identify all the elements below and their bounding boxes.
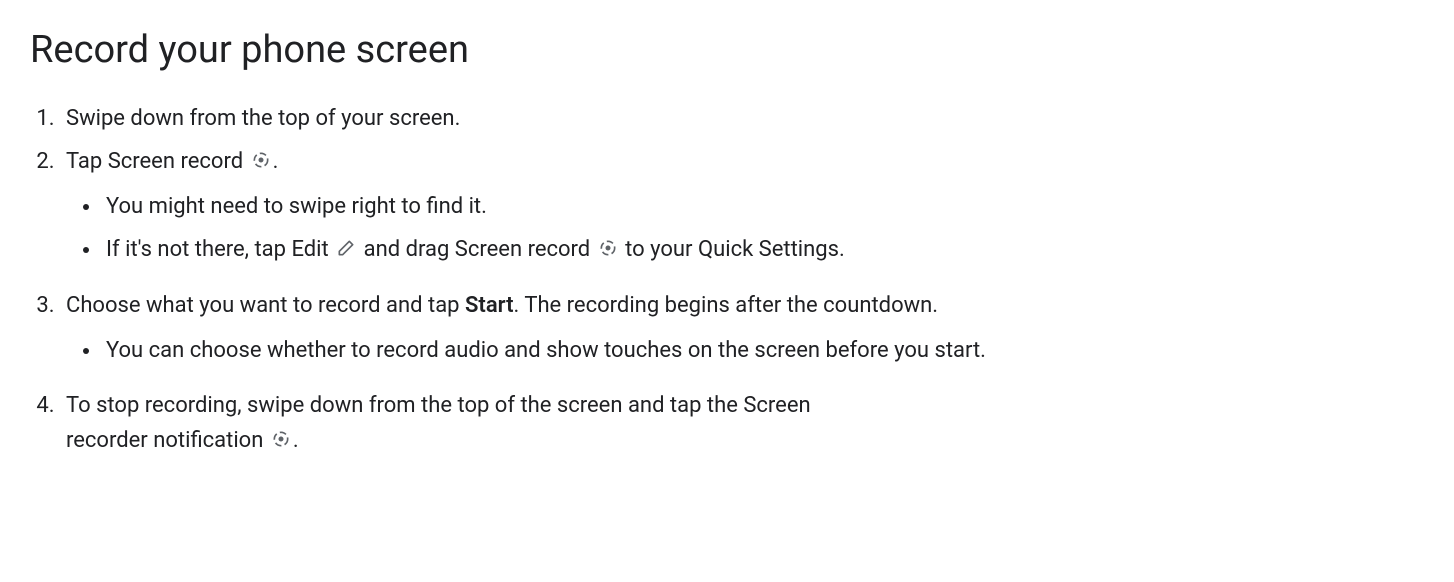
steps-list: Swipe down from the top of your screen. …: [30, 101, 1424, 459]
step-2-sublist: You might need to swipe right to find it…: [66, 189, 1424, 267]
edit-icon: [336, 238, 356, 258]
screen-record-icon: [251, 150, 271, 170]
step-3-sublist: You can choose whether to record audio a…: [66, 333, 1424, 368]
step-3: Choose what you want to record and tap S…: [60, 288, 1424, 368]
step-2-text-a: Tap Screen record: [66, 149, 249, 174]
step-3-strong: Start: [465, 293, 513, 318]
screen-record-icon: [598, 238, 618, 258]
step-2-sub-1: You might need to swipe right to find it…: [102, 189, 1424, 224]
step-4-text-b: .: [293, 428, 299, 453]
step-2-sub-2-text-c: to your Quick Settings.: [620, 237, 845, 262]
screen-record-icon: [271, 429, 291, 449]
page-title: Record your phone screen: [30, 20, 1424, 81]
step-3-text-a: Choose what you want to record and tap: [66, 293, 465, 318]
step-1: Swipe down from the top of your screen.: [60, 101, 1424, 136]
step-2-sub-2: If it's not there, tap Edit and drag Scr…: [102, 232, 1424, 267]
step-2-sub-2-text-b: and drag Screen record: [358, 237, 596, 262]
step-3-sub-1: You can choose whether to record audio a…: [102, 333, 1424, 368]
step-4: To stop recording, swipe down from the t…: [60, 388, 1424, 458]
step-3-text-b: . The recording begins after the countdo…: [513, 293, 938, 318]
step-4-text-a: To stop recording, swipe down from the t…: [66, 393, 811, 453]
step-2-text-b: .: [273, 149, 279, 174]
step-2-sub-2-text-a: If it's not there, tap Edit: [106, 237, 334, 262]
step-2: Tap Screen record . You might need to sw…: [60, 144, 1424, 268]
